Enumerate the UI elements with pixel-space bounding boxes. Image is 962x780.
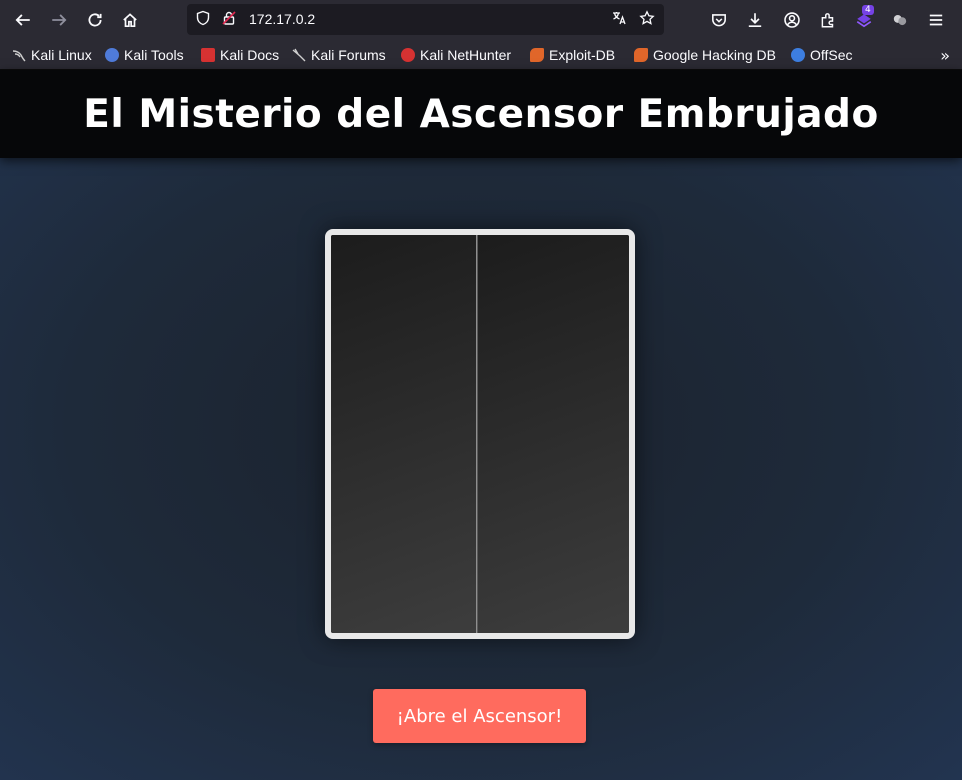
url-bar[interactable]: 172.17.0.2 [187,4,664,35]
bookmark-kali-tools[interactable]: Kali Tools [105,46,184,64]
elevator [325,229,635,639]
nethunter-icon [401,48,415,62]
bookmark-kali-linux[interactable]: Kali Linux [12,46,92,64]
ghdb-icon [634,48,648,62]
menu-icon[interactable] [923,7,949,33]
account-icon[interactable] [779,7,805,33]
bookmark-offsec[interactable]: OffSec [791,46,853,64]
translate-icon[interactable] [611,10,629,28]
kali-tools-icon [105,48,119,62]
bookmark-kali-docs[interactable]: Kali Docs [201,46,279,64]
url-text: 172.17.0.2 [249,11,316,27]
bookmark-label: Google Hacking DB [653,47,776,63]
extension-blob-icon[interactable] [887,7,913,33]
bookmark-star-icon[interactable] [639,10,657,28]
bookmark-kali-nethunter[interactable]: Kali NetHunter [401,46,511,64]
insecure-lock-icon[interactable] [221,10,239,28]
bookmark-google-hacking-db[interactable]: Google Hacking DB [634,46,776,64]
bookmark-label: Kali Forums [311,47,386,63]
bookmark-kali-forums[interactable]: Kali Forums [292,46,386,64]
bookmark-label: Kali Tools [124,47,184,63]
kali-forums-icon [292,48,306,62]
elevator-door-left [331,235,477,633]
shield-icon[interactable] [195,10,213,28]
kali-docs-icon [201,48,215,62]
chevron-right-double-icon[interactable]: » [940,46,950,65]
back-icon[interactable] [10,7,36,33]
bookmark-label: OffSec [810,47,853,63]
reload-icon[interactable] [82,7,108,33]
bookmark-label: Kali Docs [220,47,280,63]
downloads-icon[interactable] [742,7,768,33]
offsec-icon [791,48,805,62]
exploit-db-icon [530,48,544,62]
bookmark-label: Kali NetHunter [420,47,512,63]
elevator-door-right [477,235,629,633]
bookmark-label: Exploit-DB [549,47,616,63]
page-content: El Misterio del Ascensor Embrujado ¡Abre… [0,70,962,780]
page-title: El Misterio del Ascensor Embrujado [83,91,879,137]
open-elevator-button[interactable]: ¡Abre el Ascensor! [373,689,586,743]
bookmarks-bar: Kali Linux Kali Tools Kali Docs Kali For… [0,40,962,70]
extensions-icon[interactable] [815,7,841,33]
page-header: El Misterio del Ascensor Embrujado [0,70,962,158]
kali-dragon-icon [12,48,26,62]
forward-icon[interactable] [46,7,72,33]
pocket-icon[interactable] [706,7,732,33]
home-icon[interactable] [117,7,143,33]
extension-badge: 4 [862,5,874,15]
bookmark-exploit-db[interactable]: Exploit-DB [530,46,615,64]
bookmark-label: Kali Linux [31,47,92,63]
browser-toolbar: 172.17.0.2 4 [0,0,962,40]
